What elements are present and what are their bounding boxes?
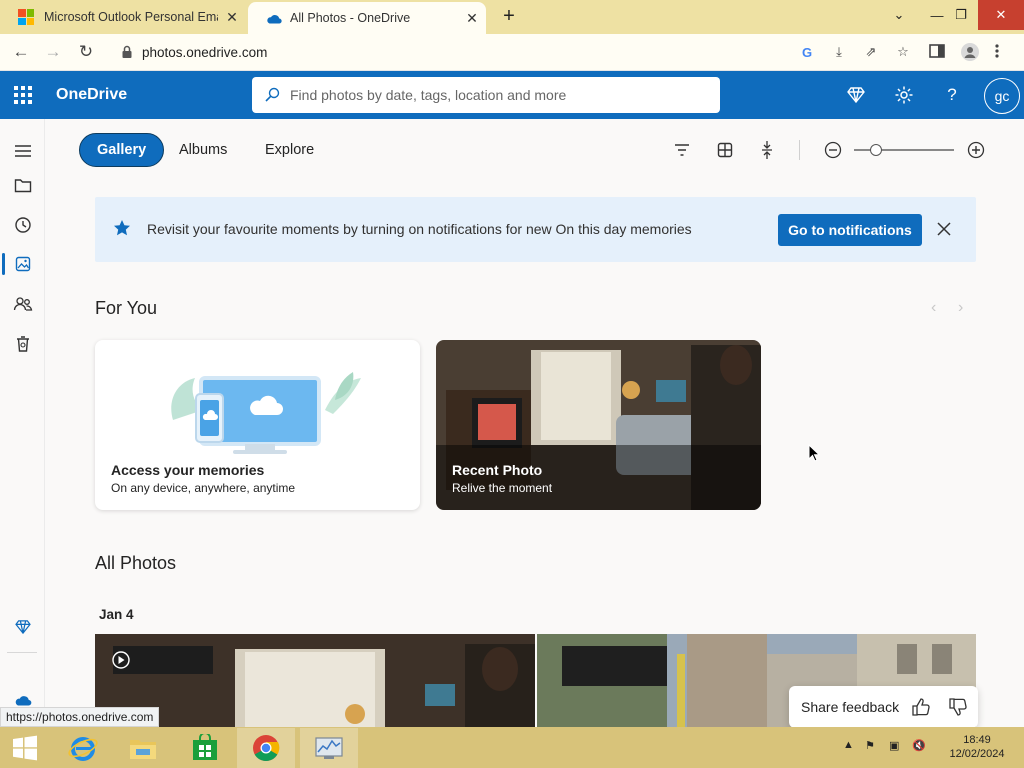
- active-indicator: [2, 253, 5, 275]
- left-navigation-rail: [0, 119, 45, 727]
- thumbs-up-icon[interactable]: [911, 697, 931, 717]
- shared-people-icon[interactable]: [12, 293, 34, 315]
- reload-icon[interactable]: ↻: [75, 41, 97, 63]
- expand-vertical-icon[interactable]: [757, 140, 777, 160]
- premium-diamond-icon[interactable]: [844, 83, 868, 107]
- browser-toolbar: ← → ↻ photos.onedrive.com G ⤓ ⇗ ☆: [0, 34, 1024, 71]
- photo-search-box[interactable]: [252, 77, 720, 113]
- volume-muted-icon[interactable]: 🔇: [912, 739, 926, 752]
- app-launcher-icon[interactable]: [14, 86, 32, 104]
- restore-icon[interactable]: ❐: [944, 0, 978, 30]
- install-app-icon[interactable]: ⤓: [830, 43, 848, 61]
- rail-divider: [7, 652, 37, 653]
- search-icon: [265, 87, 280, 102]
- back-arrow-icon[interactable]: ←: [10, 41, 32, 63]
- devices-illustration: [171, 372, 361, 454]
- side-panel-icon[interactable]: [928, 42, 946, 60]
- taskbar-clock[interactable]: 18:49 12/02/2024: [944, 733, 1010, 761]
- url-text: photos.onedrive.com: [142, 44, 268, 60]
- show-hidden-icons-icon[interactable]: ▲: [843, 739, 854, 751]
- carousel-next-icon[interactable]: ›: [958, 299, 963, 317]
- internet-explorer-icon[interactable]: [54, 728, 112, 768]
- card-subtitle: On any device, anywhere, anytime: [111, 481, 296, 495]
- tab-title: All Photos - OneDrive: [290, 11, 411, 25]
- bookmark-star-icon[interactable]: ☆: [894, 43, 912, 61]
- windows-taskbar: ▲ ⚑ ▣ 🔇: [0, 727, 1024, 768]
- lock-icon: [122, 45, 132, 58]
- chrome-icon[interactable]: [237, 728, 295, 768]
- resource-monitor-icon[interactable]: [300, 728, 358, 768]
- tab-albums[interactable]: Albums: [162, 133, 244, 167]
- video-thumbnail: [95, 634, 535, 727]
- tab-search-chevron-icon[interactable]: ⌄: [882, 0, 916, 30]
- close-window-icon[interactable]: ✕: [978, 0, 1024, 30]
- settings-gear-icon[interactable]: [892, 83, 916, 107]
- photos-image-icon[interactable]: [12, 253, 34, 275]
- store-icon[interactable]: [176, 728, 234, 768]
- card-title: Recent Photo: [452, 462, 543, 478]
- zoom-out-icon[interactable]: [823, 140, 843, 160]
- toolbar-divider: [799, 140, 800, 160]
- memories-card[interactable]: Access your memories On any device, anyw…: [95, 340, 420, 510]
- zoom-slider-thumb[interactable]: [869, 144, 882, 156]
- hamburger-menu-icon[interactable]: [12, 140, 34, 162]
- share-feedback-label: Share feedback: [801, 699, 900, 715]
- close-tab-icon[interactable]: ✕: [458, 10, 486, 27]
- onedrive-header: OneDrive ?: [0, 71, 1024, 119]
- recent-clock-icon[interactable]: [12, 214, 34, 236]
- all-photos-heading: All Photos: [95, 553, 177, 573]
- zoom-in-icon[interactable]: [966, 140, 986, 160]
- new-tab-button[interactable]: +: [497, 6, 521, 27]
- tab-outlook[interactable]: Microsoft Outlook Personal Email ✕: [0, 0, 246, 34]
- onedrive-cloud-icon: [267, 14, 282, 24]
- premium-diamond-icon[interactable]: [12, 616, 34, 638]
- recycle-bin-icon[interactable]: [12, 333, 34, 355]
- tab-onedrive-photos[interactable]: All Photos - OneDrive ✕: [248, 2, 486, 34]
- for-you-heading: For You: [95, 298, 158, 318]
- date-group-label: Jan 4: [99, 607, 134, 622]
- tab-explore[interactable]: Explore: [248, 133, 331, 167]
- notification-banner: Revisit your favourite moments by turnin…: [95, 197, 976, 262]
- layout-grid-icon[interactable]: [715, 140, 735, 160]
- brand-title[interactable]: OneDrive: [56, 86, 127, 104]
- forward-arrow-icon[interactable]: →: [42, 41, 64, 63]
- browser-tab-strip: Microsoft Outlook Personal Email ✕ All P…: [0, 0, 1024, 34]
- start-windows-icon[interactable]: [0, 728, 50, 768]
- google-lens-icon[interactable]: G: [798, 43, 816, 61]
- card-title: Access your memories: [111, 462, 265, 478]
- file-explorer-icon[interactable]: [114, 728, 172, 768]
- microsoft-logo-icon: [18, 9, 34, 25]
- action-center-flag-icon[interactable]: ⚑: [865, 739, 875, 752]
- share-feedback-bar: Share feedback: [789, 686, 978, 727]
- banner-message: Revisit your favourite moments by turnin…: [147, 221, 692, 237]
- help-icon[interactable]: ?: [940, 83, 964, 107]
- photos-content: Gallery Albums Explore Revisit your favo…: [46, 119, 1024, 727]
- tab-title: Microsoft Outlook Personal Email: [44, 10, 218, 24]
- tab-gallery[interactable]: Gallery: [79, 133, 165, 167]
- my-files-folder-icon[interactable]: [12, 174, 34, 196]
- clock-time: 18:49: [963, 734, 991, 746]
- network-icon[interactable]: ▣: [889, 739, 899, 752]
- clock-date: 12/02/2024: [949, 748, 1005, 760]
- filter-icon[interactable]: [672, 140, 692, 160]
- account-avatar[interactable]: gc: [984, 78, 1020, 114]
- carousel-prev-icon[interactable]: ‹: [931, 299, 936, 317]
- browser-menu-icon[interactable]: [994, 42, 1000, 60]
- card-subtitle: Relive the moment: [452, 481, 553, 495]
- close-banner-icon[interactable]: [934, 219, 954, 239]
- recent-photo-card[interactable]: Recent Photo Relive the moment: [436, 340, 761, 510]
- profile-icon[interactable]: [960, 42, 980, 62]
- search-input[interactable]: [290, 87, 710, 103]
- mouse-cursor-icon: [808, 444, 820, 462]
- star-icon: [114, 220, 130, 236]
- go-to-notifications-button[interactable]: Go to notifications: [778, 214, 922, 246]
- close-tab-icon[interactable]: ✕: [218, 9, 246, 26]
- photo-tile[interactable]: [95, 634, 535, 727]
- status-bar-url: https://photos.onedrive.com: [0, 707, 160, 727]
- address-bar[interactable]: photos.onedrive.com G ⤓ ⇗ ☆: [108, 38, 918, 66]
- thumbs-down-icon[interactable]: [948, 697, 968, 717]
- share-icon[interactable]: ⇗: [862, 43, 880, 61]
